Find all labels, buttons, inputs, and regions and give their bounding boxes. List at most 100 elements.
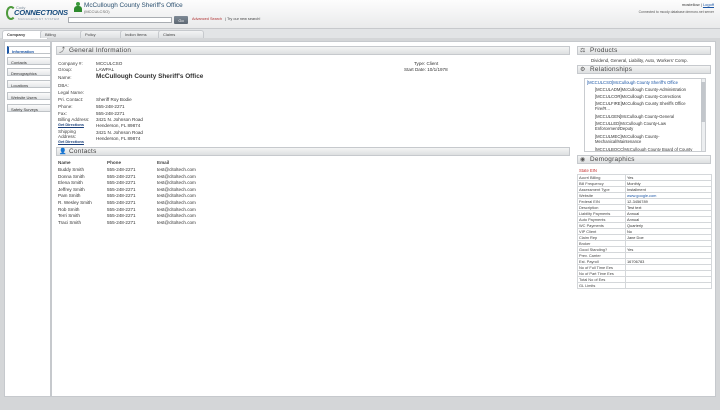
nav-locations[interactable]: Locations <box>7 80 51 88</box>
contact-phone: 555-248-2271 <box>107 180 136 186</box>
name-label: Name: <box>58 75 72 80</box>
billing-directions-link[interactable]: Get Directions <box>58 123 84 127</box>
relationships-header: ⚙ Relationships <box>577 65 711 74</box>
nav-demographics[interactable]: Demographics <box>7 68 51 76</box>
phone-label: Phone: <box>58 104 73 109</box>
contact-email[interactable]: test@cltoltech.com <box>157 174 196 179</box>
relationship-item[interactable]: [MCCULCOR]McCullough County-Corrections <box>595 94 699 99</box>
general-info-icon: ⤴ <box>59 48 66 54</box>
shipping-address-line1: 3421 N. Johnson Road <box>96 130 143 135</box>
contact-phone: 555-248-2271 <box>107 206 136 212</box>
logoff-link[interactable]: Logoff <box>703 2 714 7</box>
contact-name: Rob Smith <box>58 206 80 212</box>
contact-email[interactable]: test@cltoltech.com <box>157 220 196 225</box>
contact-name: Buddy Smith <box>58 167 85 172</box>
app-logo[interactable]: Cody CONNECTIONS MANAGEMENT SYSTEM <box>4 4 72 24</box>
group-label: Group: <box>58 67 73 72</box>
top-bar: Cody CONNECTIONS MANAGEMENT SYSTEM McCul… <box>0 0 720 29</box>
general-info-title: General Information <box>69 47 132 54</box>
products-icon: ⚖ <box>580 48 586 54</box>
contacts-header: 👤 Contacts <box>56 147 570 156</box>
billing-address-label: Billing Address: <box>58 117 90 122</box>
demographic-value <box>625 282 712 289</box>
contacts-title: Contacts <box>69 148 97 155</box>
contact-email[interactable]: test@cltoltech.com <box>157 167 196 172</box>
nav-safety-surveys[interactable]: Safety Surveys <box>7 104 51 112</box>
relationship-item[interactable]: [MCCULFIRE]McCullough County Sheriffs Of… <box>595 101 699 111</box>
account-name: McCullough County Sheriff's Office <box>84 2 183 9</box>
state-ein-label: State EIN <box>579 168 597 173</box>
contact-phone: 555-248-2271 <box>107 200 136 205</box>
left-nav: Information Contacts Demographics Locati… <box>4 41 51 397</box>
contact-phone: 555-248-2271 <box>107 173 136 179</box>
contact-phone: 555-248-2271 <box>107 213 136 219</box>
contacts-col-name: Name <box>58 160 71 165</box>
contact-name: Terri Smith <box>58 213 80 219</box>
company-number-value: MCCULCSO <box>96 61 123 66</box>
billing-address-line2: Henderson, FL 89874 <box>96 122 141 128</box>
scroll-thumb[interactable] <box>701 82 705 122</box>
demographics-title: Demographics <box>590 156 635 163</box>
search-input[interactable] <box>68 17 172 23</box>
contact-email[interactable]: test@cltoltech.com <box>157 200 196 205</box>
legal-name-label: Legal Name: <box>58 90 85 95</box>
connection-status: Connected to mcody database dmmoro.net s… <box>638 10 714 14</box>
billing-address-line1: 3421 N. Johnson Road <box>96 117 143 122</box>
group-value: LAWPAL <box>96 67 115 72</box>
name-value: McCullough County Sheriff's Office <box>96 73 204 80</box>
nav-contacts[interactable]: Contacts <box>7 57 51 65</box>
contact-email[interactable]: test@cltoltech.com <box>157 193 196 198</box>
contact-name: Jeffrey Smith <box>58 186 85 192</box>
relationship-item[interactable]: [MCCULMEC]McCullough County-Mechanical/M… <box>595 134 699 144</box>
shipping-directions-link[interactable]: Get Directions <box>58 140 84 144</box>
company-type: Type: Client <box>414 61 439 66</box>
account-code: (MCCULCSO) <box>84 9 110 14</box>
contact-name: Elena Smith <box>58 180 83 186</box>
demographics-row: GL Limits <box>577 282 712 289</box>
tab-claims[interactable]: Claims <box>158 30 204 38</box>
contact-name: R. Wesley Smith <box>58 200 92 205</box>
relationship-item[interactable]: [MCCULADM]McCullough County-Administrati… <box>595 87 699 92</box>
pri-contact-value: Sheriff Roy Bodie <box>96 97 132 102</box>
logo-main-text: CONNECTIONS <box>14 8 68 17</box>
dba-label: DBA: <box>58 83 69 88</box>
demographics-icon: ◉ <box>580 157 586 163</box>
contact-email[interactable]: test@cltoltech.com <box>157 180 196 185</box>
contact-phone: 555-248-2271 <box>107 219 136 225</box>
contact-name: Traci Smith <box>58 219 82 225</box>
relationships-tree: [MCCULCSO]McCullough County Sheriff's Of… <box>584 78 706 152</box>
nav-information[interactable]: Information <box>7 46 51 54</box>
contacts-icon: 👤 <box>59 149 67 155</box>
relationships-title: Relationships <box>590 66 633 73</box>
username: mostellow | <box>681 2 702 7</box>
relationships-scrollbar[interactable] <box>701 79 705 151</box>
user-info: mostellow | Logoff <box>682 2 714 7</box>
start-date: Start Date: 10/1/1978 <box>404 67 448 72</box>
relationship-item[interactable]: [MCCULGEN]McCullough County-General <box>595 114 699 119</box>
relationship-item[interactable]: [MCCULCSO]McCullough County Sheriff's Of… <box>587 80 691 85</box>
contact-email[interactable]: test@cltoltech.com <box>157 187 196 192</box>
logo-sub-text: MANAGEMENT SYSTEM <box>18 17 60 21</box>
general-info-header: ⤴ General Information <box>56 46 570 55</box>
contact-phone: 555-248-2271 <box>107 193 136 199</box>
contact-email[interactable]: test@cltoltech.com <box>157 213 196 218</box>
nav-website-users[interactable]: Website Users <box>7 92 51 100</box>
fax-label: Fax: <box>58 111 67 116</box>
contact-phone: 555-248-2271 <box>107 167 136 172</box>
products-list: Dividend, General, Liability, Auto, Work… <box>591 58 688 63</box>
advanced-search-link[interactable]: Advanced Search <box>192 17 222 21</box>
contacts-col-email: Email <box>157 160 170 165</box>
fax-value: 555-248-2271 <box>96 111 125 116</box>
shipping-address-label-2: Address: <box>58 134 77 139</box>
relationships-icon: ⚙ <box>580 67 586 73</box>
relationship-item[interactable]: [MCCULBOCC]McCullough County Board of Co… <box>595 147 699 151</box>
contact-email[interactable]: test@cltoltech.com <box>157 207 196 212</box>
contact-name: Donna Smith <box>58 173 85 179</box>
company-number-label: Company #: <box>58 61 83 66</box>
shipping-address-line2: Henderson, FL 89874 <box>96 135 141 141</box>
go-button[interactable]: Go <box>174 16 188 24</box>
products-header: ⚖ Products <box>577 46 711 55</box>
relationship-item[interactable]: [MCCULLED]McCullough County-Law Enforcem… <box>595 121 699 131</box>
new-search-link[interactable]: | Try our new search! <box>225 17 260 21</box>
tab-bar: Company Billing Policy Indicn Items Clai… <box>0 29 720 39</box>
